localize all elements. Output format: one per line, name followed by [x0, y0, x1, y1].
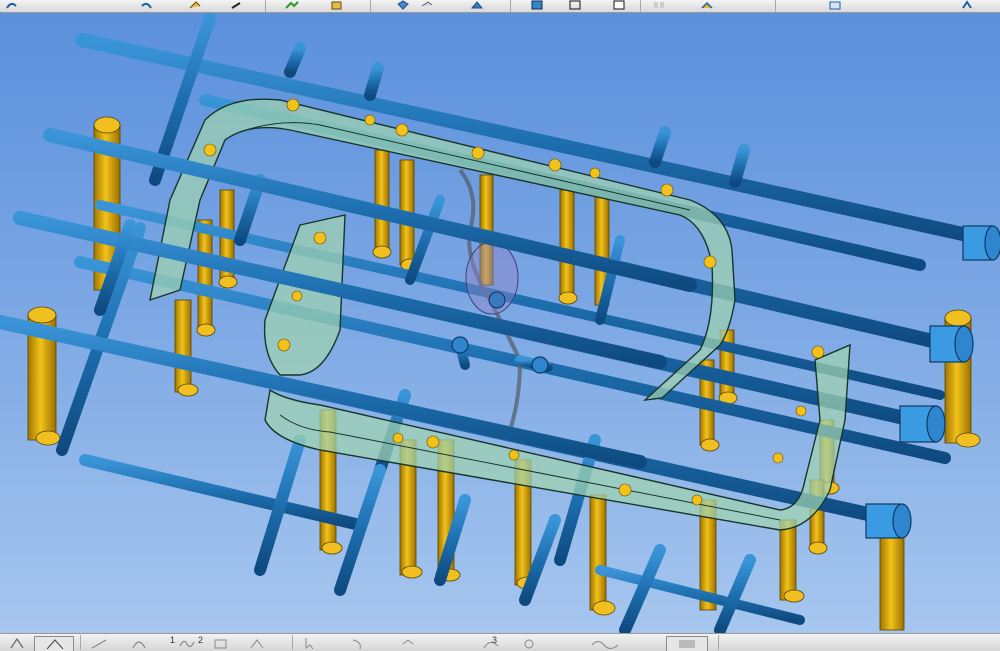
fillet-icon[interactable]	[248, 636, 266, 650]
rotate-icon[interactable]	[188, 0, 202, 10]
step-label-one: 1	[170, 635, 176, 645]
pipe-fitting	[929, 325, 974, 363]
active-tool-button[interactable]	[666, 636, 708, 651]
curve-icon[interactable]	[350, 636, 368, 650]
zoom-icon[interactable]	[285, 0, 299, 10]
toolbar-separator	[510, 0, 511, 12]
curve-3d-icon[interactable]	[482, 636, 500, 650]
toolbar-separator	[640, 0, 641, 12]
render-icon[interactable]	[700, 0, 714, 10]
toolbar-separator	[265, 0, 266, 12]
top-toolbar	[0, 0, 1000, 13]
wave-icon[interactable]	[590, 636, 622, 650]
shaded-icon[interactable]	[530, 0, 544, 10]
toolbar-separator	[370, 0, 371, 12]
pattern-icon[interactable]	[400, 636, 418, 650]
undo-icon[interactable]	[4, 0, 18, 10]
pipe-plug	[451, 336, 469, 354]
toolbar-separator	[80, 635, 81, 650]
sketch-line-icon[interactable]	[90, 636, 108, 650]
settings-icon[interactable]	[520, 636, 538, 650]
help-icon[interactable]	[960, 0, 974, 10]
select-arrow-icon[interactable]	[8, 636, 26, 650]
pipe-plug	[531, 356, 549, 374]
view-top-icon[interactable]	[420, 0, 434, 10]
bottom-toolbar: 1 2 3	[0, 633, 1000, 651]
pan-icon[interactable]	[230, 0, 244, 10]
toolbar-separator	[718, 635, 719, 650]
ejector-pin	[558, 189, 578, 305]
section-icon[interactable]	[470, 0, 484, 10]
redo-icon[interactable]	[140, 0, 154, 10]
sketch-arc-icon[interactable]	[130, 636, 148, 650]
ejector-pin	[174, 299, 199, 397]
pipe-fitting	[865, 503, 912, 539]
measure-icon[interactable]	[652, 0, 666, 10]
select-face-icon[interactable]	[34, 636, 74, 651]
sketch-spline-icon[interactable]	[178, 636, 196, 650]
toolbar-separator	[292, 635, 293, 650]
mold-assembly-model	[0, 13, 1000, 633]
ejector-pin	[589, 494, 616, 616]
hidden-lines-icon[interactable]	[612, 0, 626, 10]
3d-viewport[interactable]	[0, 13, 1000, 633]
toolbar-separator	[775, 0, 776, 12]
pipe-fitting	[962, 225, 1000, 261]
window-icon[interactable]	[828, 0, 842, 10]
pipe-fitting	[899, 405, 946, 443]
view-front-icon[interactable]	[396, 0, 410, 10]
ejector-pin	[196, 219, 216, 337]
step-label-two: 2	[198, 635, 204, 645]
cursor-icon[interactable]	[302, 636, 320, 650]
dimension-icon[interactable]	[212, 636, 230, 650]
ejector-pin	[779, 519, 805, 603]
wireframe-icon[interactable]	[568, 0, 582, 10]
view-iso-icon[interactable]	[330, 0, 344, 10]
